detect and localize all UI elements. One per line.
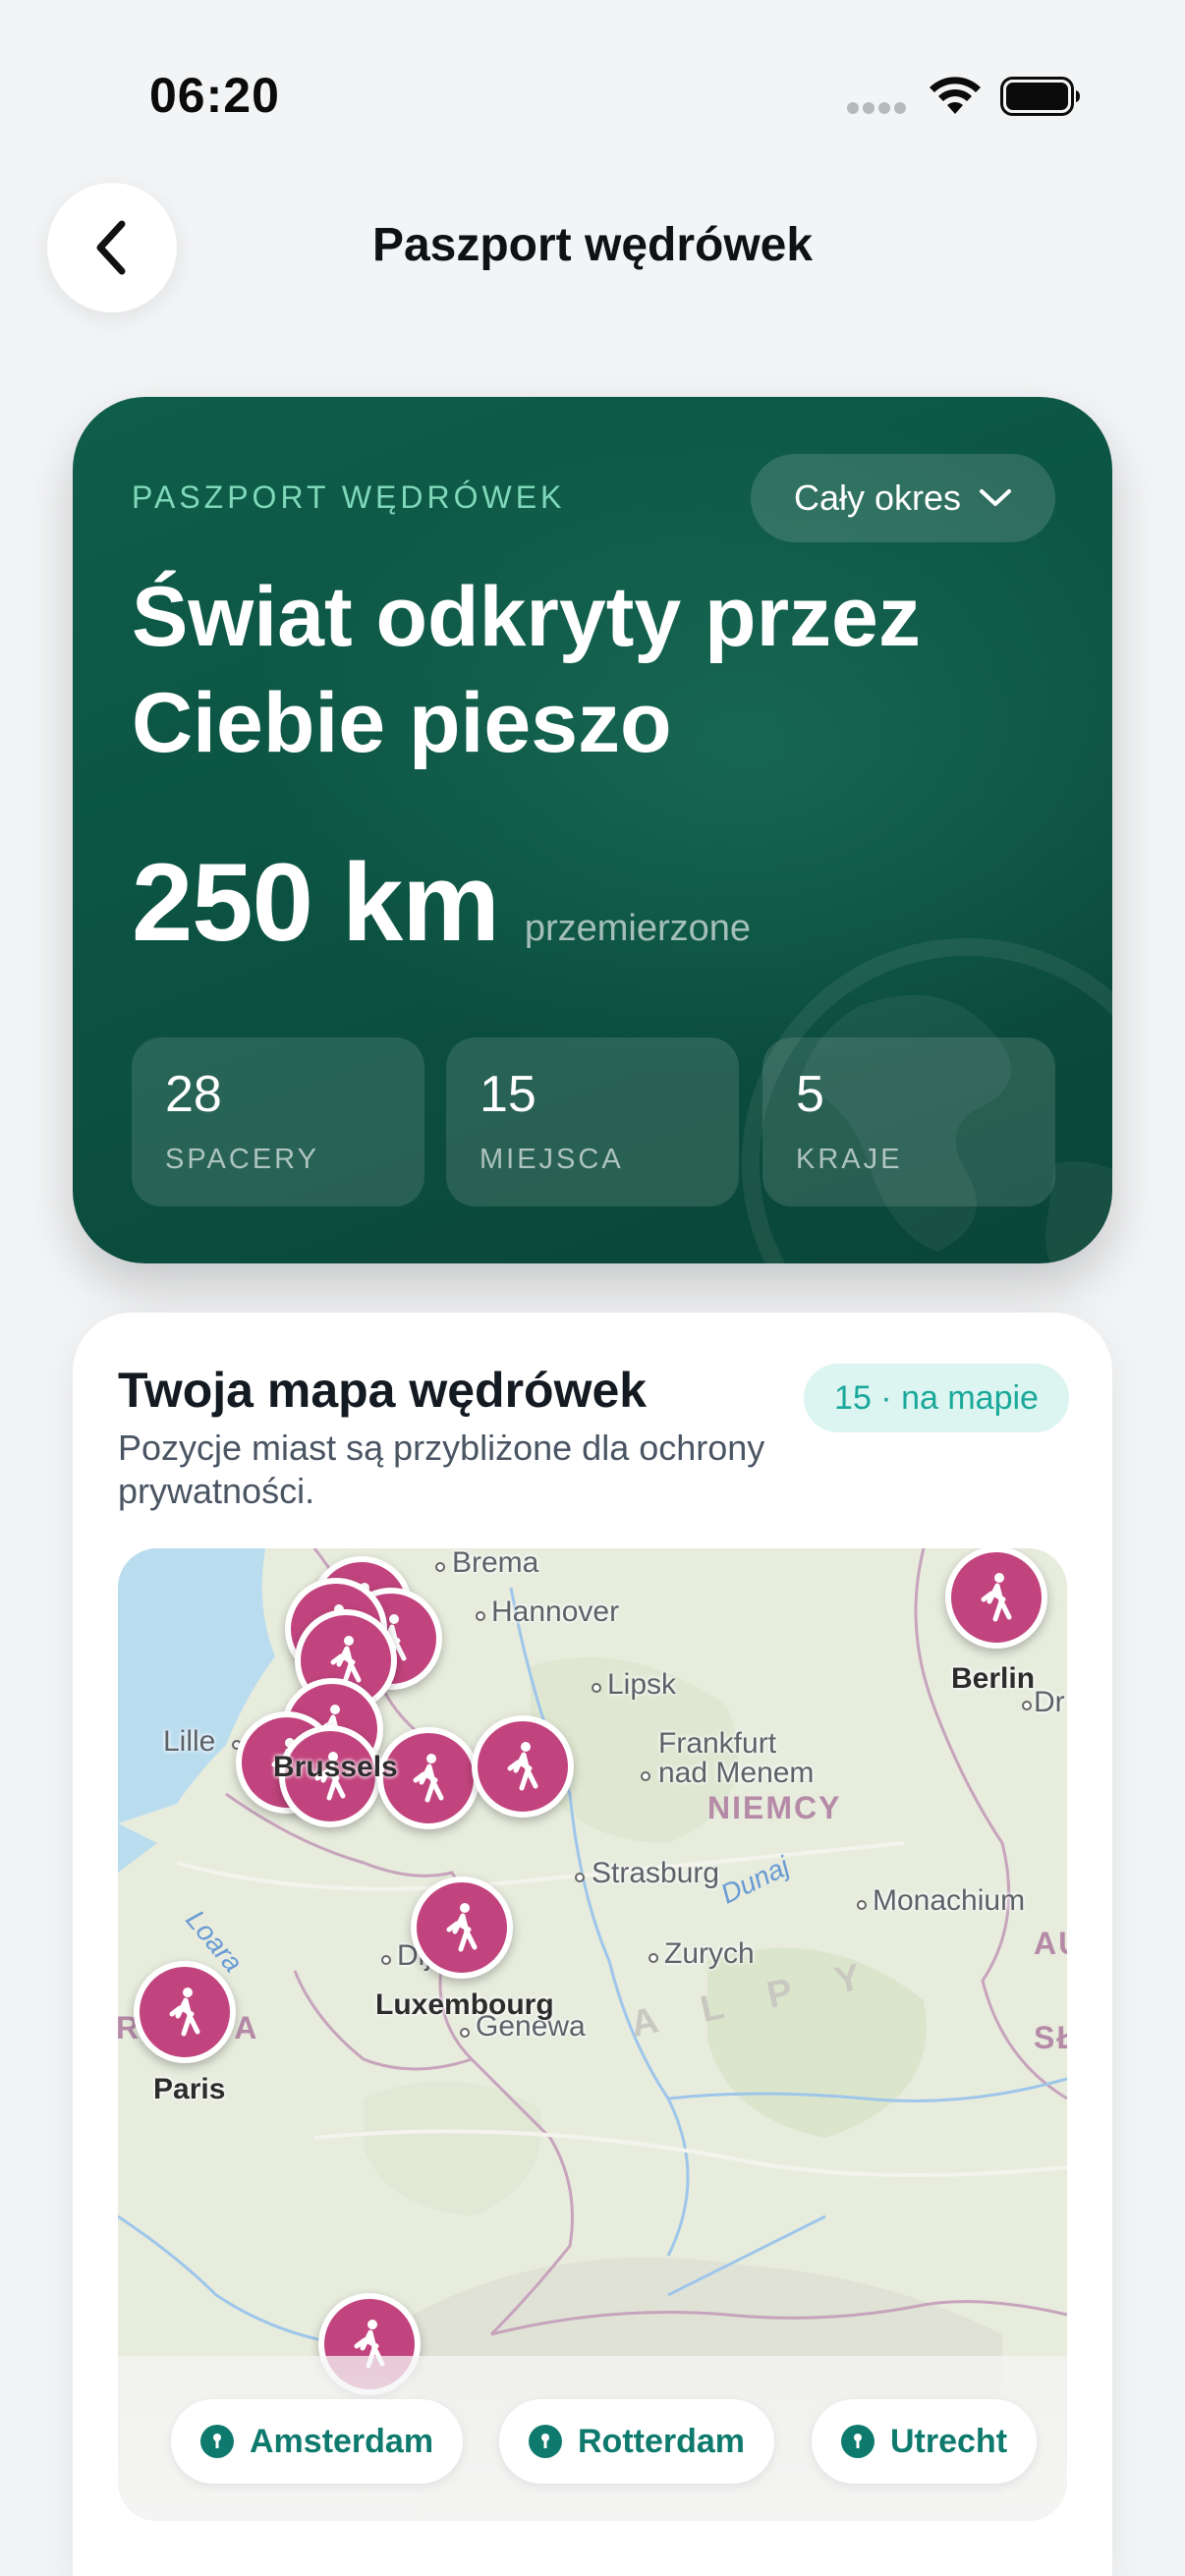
map-dot: [641, 1771, 650, 1781]
cellular-signal-icon: [847, 102, 908, 116]
city-chip-utrecht[interactable]: Utrecht: [812, 2399, 1038, 2484]
city-chip-label: Rotterdam: [578, 2422, 746, 2460]
walking-person-icon: [507, 1742, 538, 1791]
map-dot: [435, 1562, 445, 1572]
city-chip-label: Utrecht: [890, 2422, 1008, 2460]
map-label-place: Strasburg: [592, 1857, 720, 1889]
stat-tile-places: 15 MIEJSCA: [446, 1037, 739, 1206]
map-label-place: Monachium: [873, 1884, 1026, 1917]
map-label-place: Dr: [1034, 1686, 1065, 1718]
map-label-place: Frankfurt: [658, 1727, 777, 1760]
map-pin-icon: [841, 2425, 875, 2458]
city-chips-row: Amsterdam Rotterdam Utrecht: [118, 2356, 1067, 2521]
walk-map[interactable]: Brema Hannover Lipsk Dr Lille Frankfurt …: [118, 1548, 1067, 2521]
hero-headline-line-1: Świat odkryty przez: [132, 570, 921, 664]
passport-hero-card: PASZPORT WĘDRÓWEK Cały okres Świat odkry…: [73, 397, 1112, 1263]
walk-pin[interactable]: [945, 1548, 1047, 1649]
map-label-country: AU: [1034, 1926, 1067, 1961]
map-dot: [649, 1953, 658, 1963]
map-pin-icon: [529, 2425, 562, 2458]
walk-pin[interactable]: [411, 1876, 513, 1979]
stat-label: SPACERY: [165, 1144, 319, 1175]
distance-caption: przemierzone: [524, 908, 752, 949]
map-label-country: NIEMCY: [707, 1790, 842, 1825]
map-label-city: Paris: [153, 2073, 226, 2105]
map-dot: [592, 1683, 601, 1693]
map-label-city: Berlin: [951, 1662, 1036, 1695]
map-dot: [381, 1955, 391, 1965]
stat-label: MIEJSCA: [480, 1144, 624, 1175]
map-pin-icon: [200, 2425, 234, 2458]
stat-value: 15: [480, 1066, 536, 1123]
stat-value: 5: [796, 1066, 824, 1123]
walking-person-icon: [981, 1573, 1012, 1622]
map-dot: [476, 1611, 485, 1621]
stat-value: 28: [165, 1066, 222, 1123]
map-label-country: SŁ: [1034, 2020, 1067, 2055]
status-bar: 06:20: [0, 0, 1185, 187]
map-label-city: Luxembourg: [375, 1988, 554, 2021]
walking-person-icon: [413, 1754, 444, 1803]
map-label-place: Hannover: [491, 1596, 620, 1628]
map-dot: [1022, 1701, 1032, 1710]
map-dot: [857, 1900, 867, 1910]
map-count-badge: 15 · na mapie: [804, 1364, 1069, 1432]
hero-headline: Świat odkryty przez Ciebie pieszo: [132, 564, 1016, 776]
distance-value: 250 km: [132, 841, 500, 964]
walk-pin[interactable]: [134, 1961, 236, 2063]
period-dropdown[interactable]: Cały okres: [751, 454, 1055, 542]
city-chip-amsterdam[interactable]: Amsterdam: [171, 2399, 464, 2484]
period-label: Cały okres: [793, 477, 962, 518]
city-chip-label: Amsterdam: [250, 2422, 434, 2460]
map-card-title: Twoja mapa wędrówek: [118, 1363, 648, 1418]
hero-eyebrow: PASZPORT WĘDRÓWEK: [132, 479, 566, 515]
map-label-place: nad Menem: [658, 1757, 815, 1789]
distance-summary: 250 km przemierzone: [132, 839, 751, 966]
stat-tile-walks: 28 SPACERY: [132, 1037, 424, 1206]
stat-tile-countries: 5 KRAJE: [762, 1037, 1055, 1206]
map-label-place: Lille: [163, 1725, 216, 1758]
walk-map-card: Twoja mapa wędrówek 15 · na mapie Pozycj…: [73, 1313, 1112, 2576]
hero-headline-line-2: Ciebie pieszo: [132, 676, 672, 770]
map-label-place: Brema: [452, 1548, 539, 1579]
map-dot: [575, 1873, 585, 1882]
walking-person-icon: [446, 1903, 478, 1952]
map-card-subtitle: Pozycje miast są przybliżone dla ochrony…: [118, 1428, 765, 1511]
map-label-city: Brussels: [273, 1751, 398, 1783]
stat-label: KRAJE: [796, 1144, 903, 1175]
map-label-place: Zurych: [664, 1937, 755, 1970]
chevron-down-icon: [980, 489, 1012, 506]
walk-pin[interactable]: [472, 1715, 574, 1818]
walking-person-icon: [169, 1988, 200, 2037]
wifi-icon: [930, 77, 981, 114]
page-title: Paszport wędrówek: [371, 219, 814, 271]
map-label-place: Lipsk: [607, 1668, 677, 1701]
map-dot: [460, 2028, 470, 2038]
battery-icon: [1000, 77, 1080, 116]
city-chip-rotterdam[interactable]: Rotterdam: [499, 2399, 775, 2484]
status-time: 06:20: [149, 68, 280, 123]
